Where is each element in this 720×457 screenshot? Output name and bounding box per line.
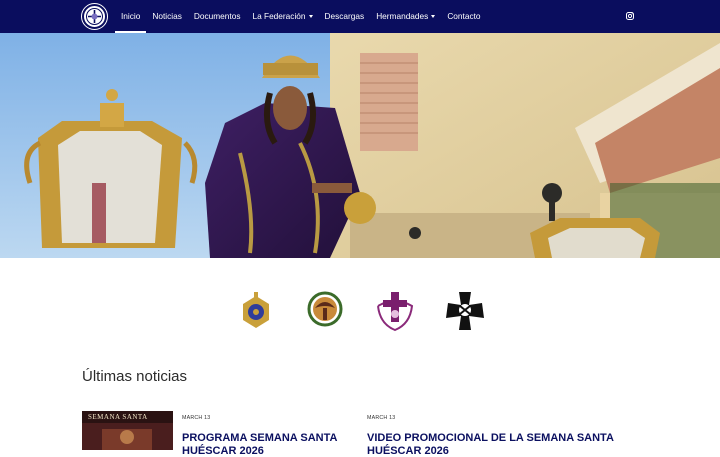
nav-label: Inicio	[121, 11, 141, 21]
post-title-line2[interactable]: HUÉSCAR 2026	[182, 445, 264, 457]
hero-banner-image	[0, 33, 720, 258]
post-thumbnail[interactable]: SEMANA SANTA	[82, 411, 173, 450]
nav-item-descargas[interactable]: Descargas	[319, 0, 371, 33]
nav-label: Descargas	[324, 11, 365, 21]
nav-label: Hermandades	[376, 11, 429, 21]
instagram-icon[interactable]	[626, 12, 634, 20]
nav-label: Noticias	[152, 11, 182, 21]
post-date: MARCH 13	[182, 415, 211, 421]
nav-item-inicio[interactable]: Inicio	[114, 0, 147, 33]
brotherhood-crest-green-wreath[interactable]	[306, 290, 344, 332]
brotherhood-crest-black-cross[interactable]	[444, 290, 486, 332]
section-title-latest-news: Últimas noticias	[82, 368, 188, 385]
brotherhood-crest-blue-gold[interactable]	[241, 290, 271, 332]
post-title-line2[interactable]: HUÉSCAR 2026	[367, 445, 449, 457]
nav-item-la-federacion[interactable]: La Federación	[246, 0, 318, 33]
nav-item-documentos[interactable]: Documentos	[188, 0, 247, 33]
thumbnail-caption: SEMANA SANTA	[88, 413, 148, 421]
nav-label: Contacto	[447, 11, 481, 21]
chevron-down-icon	[431, 15, 436, 19]
brotherhood-emblems	[0, 290, 720, 332]
post-title[interactable]: PROGRAMA SEMANA SANTA	[182, 432, 337, 444]
top-navbar: Inicio Noticias Documentos La Federación…	[0, 0, 720, 33]
post-date: MARCH 13	[367, 415, 396, 421]
nav-item-hermandades[interactable]: Hermandades	[370, 0, 441, 33]
nav-item-noticias[interactable]: Noticias	[146, 0, 188, 33]
main-nav: Inicio Noticias Documentos La Federación…	[114, 0, 487, 33]
nav-label: La Federación	[252, 11, 306, 21]
nav-label: Documentos	[193, 11, 241, 21]
chevron-down-icon	[308, 15, 313, 19]
nav-item-contacto[interactable]: Contacto	[441, 0, 486, 33]
brotherhood-crest-purple-cross[interactable]	[374, 290, 416, 332]
post-title[interactable]: VIDEO PROMOCIONAL DE LA SEMANA SANTA	[367, 432, 614, 444]
site-logo[interactable]	[81, 3, 108, 30]
